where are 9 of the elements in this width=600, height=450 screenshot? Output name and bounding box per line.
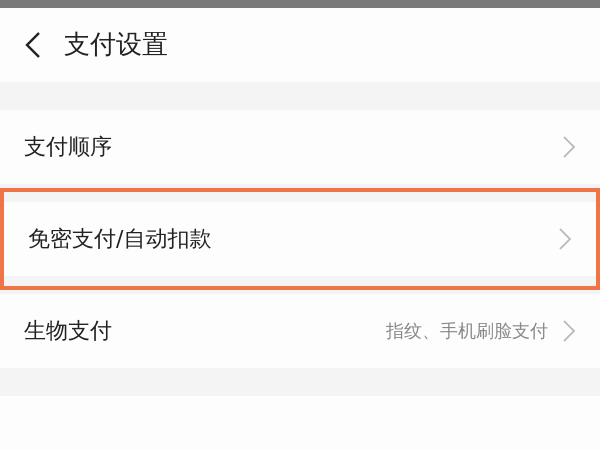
- settings-row[interactable]: 生物支付 指纹、手机刷脸支付: [0, 294, 600, 368]
- settings-row[interactable]: 免密支付/自动扣款: [4, 202, 596, 276]
- page-title: 支付设置: [64, 28, 168, 62]
- chevron-right-icon: [562, 135, 576, 159]
- back-button[interactable]: [24, 31, 42, 59]
- settings-row[interactable]: 支付顺序: [0, 110, 600, 184]
- chevron-right-icon: [562, 319, 576, 343]
- row-value: 指纹、手机刷脸支付: [386, 320, 548, 344]
- chevron-right-icon: [558, 227, 572, 251]
